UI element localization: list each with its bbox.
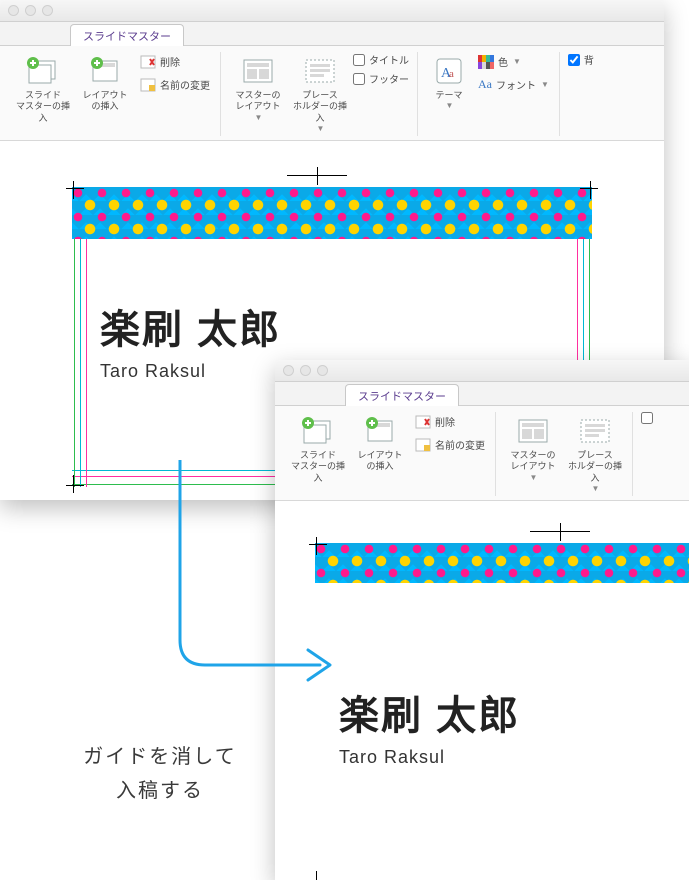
name-english: Taro Raksul <box>100 361 281 382</box>
slide-master-icon <box>302 417 334 445</box>
caption-line-1: ガイドを消して <box>60 740 260 774</box>
master-layout-icon <box>242 58 274 84</box>
annotation-caption: ガイドを消して 入稿する <box>60 740 260 808</box>
rename-label: 名前の変更 <box>160 77 210 92</box>
color-button[interactable]: 色 ▼ <box>476 52 551 71</box>
insert-layout-button[interactable]: レイアウト の挿入 <box>76 52 134 115</box>
rename-button[interactable]: 名前の変更 <box>413 435 487 454</box>
insert-placeholder-button[interactable]: プレース ホルダーの挿入 ▼ <box>291 52 349 136</box>
delete-label: 削除 <box>160 54 180 69</box>
master-layout-label: マスターの レイアウト <box>510 450 555 473</box>
chevron-down-icon: ▼ <box>513 57 521 66</box>
name-english: Taro Raksul <box>339 747 520 768</box>
insert-placeholder-button[interactable]: プレース ホルダーの挿入 ▼ <box>566 412 624 496</box>
zoom-window-button[interactable] <box>317 365 328 376</box>
color-swatch-icon <box>478 55 494 69</box>
minimize-window-button[interactable] <box>300 365 311 376</box>
slide[interactable]: 楽刷 太郎 Taro Raksul <box>315 543 689 880</box>
slide-master-icon <box>27 57 59 85</box>
insert-placeholder-label: プレース ホルダーの挿入 <box>291 90 349 124</box>
delete-button[interactable]: 削除 <box>138 52 212 71</box>
rename-icon <box>140 78 156 92</box>
svg-text:a: a <box>449 68 454 80</box>
master-layout-label: マスターの レイアウト <box>235 90 280 113</box>
decorative-pattern <box>315 543 689 583</box>
title-checkbox[interactable]: タイトル <box>353 52 409 67</box>
delete-label: 削除 <box>435 414 455 429</box>
rename-button[interactable]: 名前の変更 <box>138 75 212 94</box>
master-layout-button[interactable]: マスターの レイアウト ▼ <box>504 412 562 485</box>
caption-line-2: 入稿する <box>60 774 260 808</box>
master-layout-button[interactable]: マスターの レイアウト ▼ <box>229 52 287 125</box>
tab-slide-master[interactable]: スライドマスター <box>345 384 459 406</box>
layout-icon <box>89 57 121 85</box>
placeholder-icon <box>304 58 336 84</box>
titlebar[interactable] <box>275 360 689 382</box>
theme-icon: Aa <box>435 57 463 85</box>
decorative-pattern <box>72 187 592 239</box>
insert-slide-master-label: スライド マスターの挿入 <box>14 90 72 124</box>
flow-arrow <box>160 460 350 690</box>
master-layout-icon <box>517 418 549 444</box>
placeholder-icon <box>579 418 611 444</box>
chevron-down-icon: ▼ <box>592 484 600 494</box>
name-japanese: 楽刷 太郎 <box>100 297 281 355</box>
option-checkbox[interactable] <box>641 412 653 424</box>
ribbon: スライド マスターの挿入 レイアウト の挿入 削除 名前の変更 マスタ <box>0 46 664 141</box>
font-button[interactable]: Aa フォント ▼ <box>476 75 551 94</box>
font-icon: Aa <box>478 77 492 92</box>
rename-icon <box>415 438 431 452</box>
chevron-down-icon: ▼ <box>255 113 263 123</box>
chevron-down-icon: ▼ <box>530 473 538 483</box>
layout-icon <box>364 417 396 445</box>
background-label: 背 <box>584 52 594 67</box>
color-label: 色 <box>498 54 508 69</box>
crop-mark <box>293 875 323 880</box>
insert-layout-button[interactable]: レイアウト の挿入 <box>351 412 409 475</box>
delete-icon <box>140 55 156 69</box>
chevron-down-icon: ▼ <box>446 101 454 111</box>
footer-checkbox[interactable]: フッター <box>353 71 409 86</box>
insert-slide-master-button[interactable]: スライド マスターの挿入 <box>14 52 72 126</box>
insert-layout-label: レイアウト の挿入 <box>82 90 127 113</box>
font-label: フォント <box>496 77 536 92</box>
background-checkbox[interactable]: 背 <box>568 52 594 67</box>
zoom-window-button[interactable] <box>42 5 53 16</box>
insert-layout-label: レイアウト の挿入 <box>357 450 402 473</box>
titlebar[interactable] <box>0 0 664 22</box>
close-window-button[interactable] <box>8 5 19 16</box>
title-checkbox-label: タイトル <box>369 52 409 67</box>
footer-checkbox-label: フッター <box>369 71 409 86</box>
chevron-down-icon: ▼ <box>541 80 549 89</box>
delete-icon <box>415 415 431 429</box>
ribbon-tabbar: スライドマスター <box>0 22 664 46</box>
minimize-window-button[interactable] <box>25 5 36 16</box>
ribbon-tabbar: スライドマスター <box>275 382 689 406</box>
close-window-button[interactable] <box>283 365 294 376</box>
theme-label: テーマ <box>435 90 462 101</box>
name-japanese: 楽刷 太郎 <box>339 683 520 741</box>
rename-label: 名前の変更 <box>435 437 485 452</box>
crop-mark <box>50 479 80 500</box>
delete-button[interactable]: 削除 <box>413 412 487 431</box>
insert-placeholder-label: プレース ホルダーの挿入 <box>566 450 624 484</box>
tab-slide-master[interactable]: スライドマスター <box>70 24 184 46</box>
theme-button[interactable]: Aa テーマ ▼ <box>426 52 472 113</box>
chevron-down-icon: ▼ <box>317 124 325 134</box>
